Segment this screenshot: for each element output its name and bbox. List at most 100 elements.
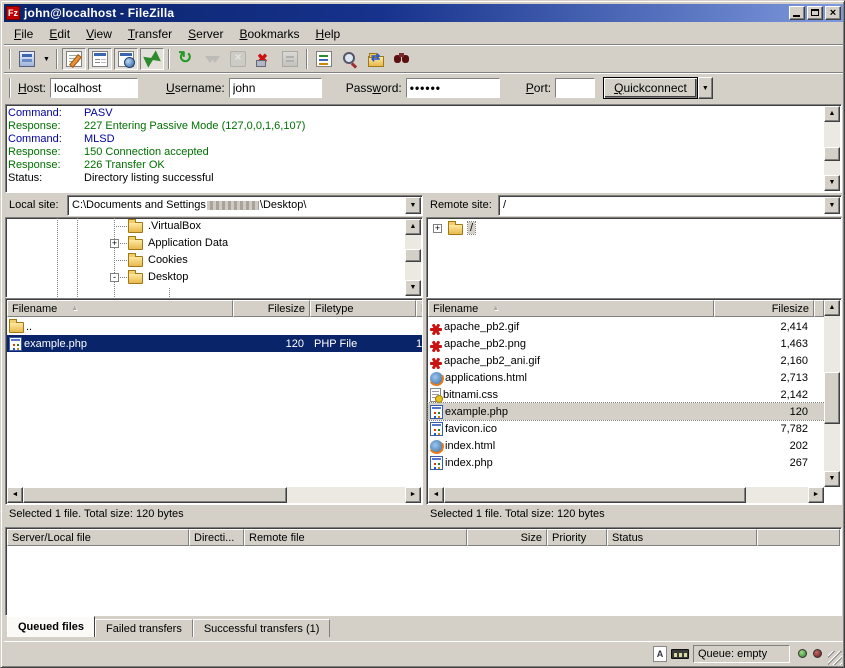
close-icon: × bbox=[826, 6, 840, 20]
column-header-filetype[interactable]: Filetype bbox=[310, 300, 416, 317]
scroll-down-button[interactable]: ▼ bbox=[405, 280, 421, 296]
file-row[interactable]: apache_pb2.gif 2,414 bbox=[428, 318, 825, 335]
host-input[interactable] bbox=[50, 78, 138, 98]
quickconnect-dropdown-button[interactable]: ▼ bbox=[698, 77, 713, 99]
maximize-button[interactable] bbox=[807, 6, 823, 20]
menu-help[interactable]: Help bbox=[308, 25, 349, 43]
scroll-left-button[interactable]: ◄ bbox=[428, 487, 444, 503]
scroll-down-button[interactable]: ▼ bbox=[824, 471, 840, 487]
synchronized-browsing-button[interactable] bbox=[364, 48, 388, 70]
local-list-hscrollbar[interactable]: ◄ ► bbox=[7, 487, 421, 503]
toggle-remote-tree-button[interactable] bbox=[114, 48, 138, 70]
scrollbar-thumb[interactable] bbox=[824, 147, 840, 161]
scroll-up-button[interactable]: ▲ bbox=[405, 219, 421, 235]
menu-server[interactable]: Server bbox=[180, 25, 231, 43]
username-input[interactable] bbox=[229, 78, 322, 98]
tree-expander[interactable] bbox=[110, 273, 119, 282]
remote-list-hscrollbar[interactable]: ◄ ► bbox=[428, 487, 824, 503]
password-input[interactable] bbox=[406, 78, 500, 98]
column-header-filesize[interactable]: Filesize bbox=[714, 300, 814, 317]
scroll-up-button[interactable]: ▲ bbox=[824, 106, 840, 122]
file-row[interactable]: bitnami.css 2,142 bbox=[428, 386, 825, 403]
file-row[interactable]: apache_pb2_ani.gif 2,160 bbox=[428, 352, 825, 369]
combo-dropdown-button[interactable]: ▼ bbox=[824, 197, 840, 214]
port-input[interactable] bbox=[555, 78, 595, 98]
local-path-combobox[interactable]: C:\Documents and Settings\Desktop\ ▼ bbox=[67, 195, 423, 216]
scrollbar-thumb[interactable] bbox=[824, 372, 840, 424]
tree-item-cookies[interactable]: Cookies bbox=[6, 252, 422, 269]
scrollbar-thumb[interactable] bbox=[405, 249, 421, 262]
tree-item-virtualbox[interactable]: .VirtualBox bbox=[6, 218, 422, 235]
queue-status-field: Queue: empty bbox=[693, 645, 790, 663]
scroll-down-button[interactable]: ▼ bbox=[824, 175, 840, 191]
tab-successful-transfers[interactable]: Successful transfers (1) bbox=[193, 619, 331, 637]
toggle-message-log-button[interactable] bbox=[62, 48, 86, 70]
process-queue-button[interactable] bbox=[200, 48, 224, 70]
scroll-right-button[interactable]: ► bbox=[405, 487, 421, 503]
scroll-right-button[interactable]: ► bbox=[808, 487, 824, 503]
title-bar[interactable]: Fz john@localhost - FileZilla × bbox=[4, 4, 843, 22]
refresh-button[interactable] bbox=[174, 48, 198, 70]
column-header-filename[interactable]: Filename▲ bbox=[7, 300, 233, 317]
tree-item-application-data[interactable]: Application Data bbox=[6, 235, 422, 252]
chevron-down-icon: ▼ bbox=[702, 85, 709, 92]
remote-path-value: / bbox=[503, 199, 506, 211]
menu-edit[interactable]: Edit bbox=[41, 25, 78, 43]
column-header-priority[interactable]: Priority bbox=[547, 529, 607, 546]
process-queue-icon bbox=[204, 51, 220, 67]
compare-directories-button[interactable] bbox=[338, 48, 362, 70]
column-header-status[interactable]: Status bbox=[607, 529, 757, 546]
column-header-filesize[interactable]: Filesize bbox=[233, 300, 310, 317]
resize-grip[interactable] bbox=[828, 651, 842, 665]
remote-path-combobox[interactable]: / ▼ bbox=[498, 195, 842, 216]
tab-failed-transfers[interactable]: Failed transfers bbox=[95, 619, 193, 637]
file-row-example-php[interactable]: example.php 120 bbox=[428, 403, 825, 420]
file-row[interactable]: apache_pb2.png 1,463 bbox=[428, 335, 825, 352]
toggle-transfer-queue-button[interactable] bbox=[140, 48, 164, 70]
tree-expander[interactable] bbox=[110, 239, 119, 248]
local-tree-scrollbar[interactable]: ▲ ▼ bbox=[405, 219, 421, 296]
log-line-type: Status: bbox=[8, 172, 84, 185]
file-row[interactable]: index.php 267 bbox=[428, 454, 825, 471]
scrollbar-thumb[interactable] bbox=[444, 487, 746, 503]
file-row[interactable]: applications.html 2,713 bbox=[428, 369, 825, 386]
minimize-button[interactable] bbox=[789, 6, 805, 20]
combo-dropdown-button[interactable]: ▼ bbox=[405, 197, 421, 214]
menu-bookmarks[interactable]: Bookmarks bbox=[231, 25, 307, 43]
tree-item-desktop[interactable]: Desktop bbox=[6, 269, 422, 286]
site-manager-dropdown-button[interactable]: ▼ bbox=[40, 48, 53, 70]
quickconnect-button[interactable]: Quickconnect bbox=[603, 77, 698, 99]
tab-queued-files[interactable]: Queued files bbox=[7, 616, 95, 637]
column-header-direction[interactable]: Directi... bbox=[189, 529, 244, 546]
file-row-example-php[interactable]: example.php 120 PHP File 1 bbox=[7, 335, 423, 352]
disconnect-button[interactable] bbox=[252, 48, 276, 70]
folder-icon bbox=[128, 222, 143, 233]
cancel-operation-button[interactable] bbox=[226, 48, 250, 70]
site-manager-button[interactable] bbox=[15, 48, 39, 70]
toggle-local-tree-button[interactable] bbox=[88, 48, 112, 70]
file-name: bitnami.css bbox=[443, 389, 498, 401]
menu-view[interactable]: View bbox=[78, 25, 120, 43]
scrollbar-thumb[interactable] bbox=[23, 487, 287, 503]
file-row[interactable]: favicon.ico 7,782 bbox=[428, 420, 825, 437]
find-files-button[interactable] bbox=[390, 48, 414, 70]
column-header-remote-file[interactable]: Remote file bbox=[244, 529, 467, 546]
tree-item-root[interactable]: / bbox=[427, 220, 841, 237]
scroll-left-button[interactable]: ◄ bbox=[7, 487, 23, 503]
log-scrollbar[interactable]: ▲ ▼ bbox=[824, 106, 840, 191]
column-header-lastmodified[interactable]: L bbox=[416, 300, 423, 317]
close-button[interactable]: × bbox=[825, 6, 841, 20]
file-row-parent-dir[interactable]: .. bbox=[7, 318, 423, 335]
directory-listing-filters-button[interactable] bbox=[312, 48, 336, 70]
file-row[interactable]: index.html 202 bbox=[428, 437, 825, 454]
reconnect-button[interactable] bbox=[278, 48, 302, 70]
column-header-size[interactable]: Size bbox=[467, 529, 547, 546]
column-header-filename[interactable]: Filename▲ bbox=[428, 300, 714, 317]
tree-expander[interactable] bbox=[433, 224, 442, 233]
remote-selection-status: Selected 1 file. Total size: 120 bytes bbox=[430, 505, 605, 520]
remote-list-scrollbar[interactable]: ▲ ▼ bbox=[824, 300, 840, 487]
scroll-up-button[interactable]: ▲ bbox=[824, 300, 840, 316]
menu-file[interactable]: File bbox=[6, 25, 41, 43]
menu-transfer[interactable]: Transfer bbox=[120, 25, 180, 43]
column-header-server-local-file[interactable]: Server/Local file bbox=[7, 529, 189, 546]
